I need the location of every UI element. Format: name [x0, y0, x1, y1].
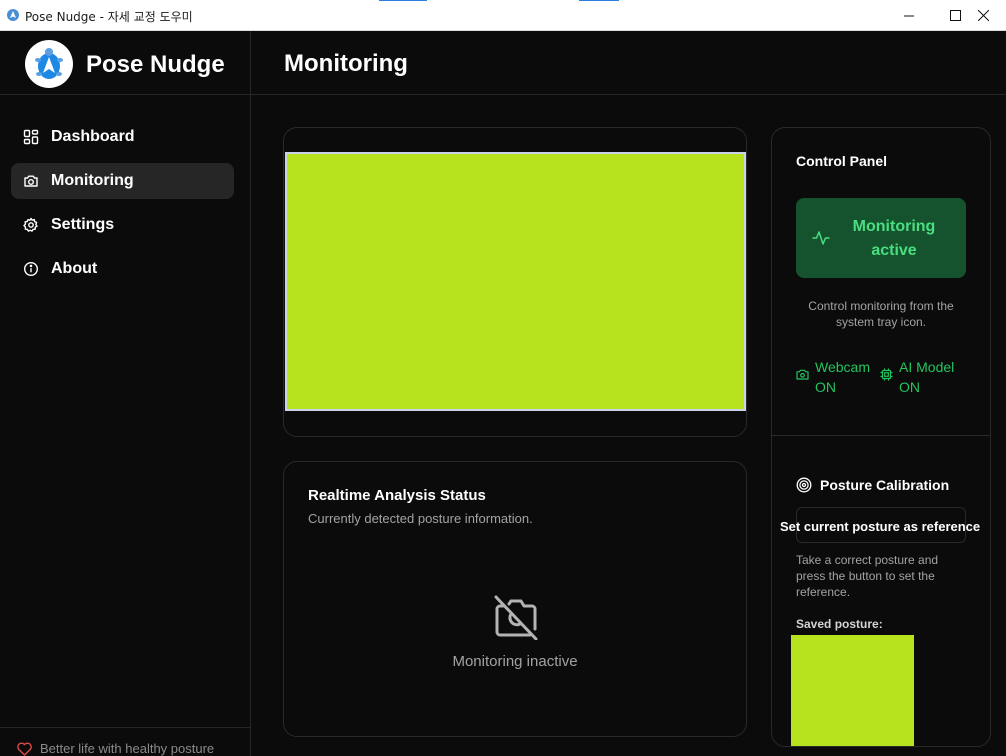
monitoring-toggle-label: Monitoring active — [852, 218, 936, 259]
window-title: Pose Nudge - 자세 교정 도우미 — [25, 10, 193, 24]
sidebar-nav: Dashboard Monitoring Settings About — [11, 119, 234, 295]
camera-icon — [796, 369, 809, 380]
ai-model-status-text: AI Model ON — [899, 359, 955, 395]
camera-off-icon — [494, 595, 538, 640]
sidebar-item-label: About — [51, 260, 98, 277]
minimize-icon — [903, 15, 914, 17]
close-icon — [977, 10, 989, 21]
minimize-button[interactable] — [886, 0, 932, 31]
chip-icon — [880, 368, 893, 381]
monitoring-toggle-button[interactable]: Monitoring active — [796, 198, 966, 278]
page-title: Monitoring — [284, 50, 408, 77]
gear-icon — [23, 217, 38, 232]
webcam-indicator: Webcam ON — [796, 357, 876, 397]
webcam-status-text: Webcam ON — [815, 359, 870, 395]
turtle-logo-icon — [25, 40, 73, 88]
activity-icon — [812, 231, 830, 245]
sidebar-item-dashboard[interactable]: Dashboard — [11, 119, 234, 155]
divider — [772, 435, 990, 436]
titlebar-accent — [579, 0, 619, 1]
sidebar-item-label: Settings — [51, 216, 115, 233]
heart-icon — [17, 742, 32, 756]
brand-name: Pose Nudge — [86, 51, 225, 78]
webcam-preview — [285, 152, 746, 411]
sidebar-item-label: Dashboard — [51, 128, 135, 145]
sidebar-item-settings[interactable]: Settings — [11, 207, 234, 243]
titlebar-accent — [379, 0, 427, 1]
set-reference-label[interactable]: Set current posture as reference — [780, 519, 980, 534]
page-header: Monitoring — [251, 31, 1006, 95]
sidebar-footer: Better life with healthy posture — [0, 727, 250, 756]
calibration-help: Take a correct posture and press the but… — [796, 553, 939, 599]
sidebar: Pose Nudge Dashboard Monitoring Settings — [0, 31, 251, 756]
realtime-status-card: Realtime Analysis Status Currently detec… — [283, 461, 747, 737]
sidebar-item-about[interactable]: About — [11, 251, 234, 287]
sidebar-item-monitoring[interactable]: Monitoring — [11, 163, 234, 199]
dashboard-icon — [23, 129, 39, 145]
camera-icon — [24, 175, 38, 187]
status-title: Realtime Analysis Status — [308, 487, 486, 504]
close-button[interactable] — [960, 0, 1006, 31]
status-subtitle: Currently detected posture information. — [308, 511, 533, 526]
control-panel-title: Control Panel — [796, 153, 888, 169]
saved-posture-label: Saved posture: — [796, 617, 883, 631]
status-inactive-text: Monitoring inactive — [452, 653, 578, 670]
control-panel-help: Control monitoring from the system tray … — [808, 299, 954, 329]
info-icon — [23, 261, 39, 277]
app-icon — [7, 9, 19, 21]
brand: Pose Nudge — [0, 31, 250, 95]
target-icon — [796, 477, 812, 493]
footer-tagline: Better life with healthy posture — [40, 741, 215, 756]
calibration-title: Posture Calibration — [820, 477, 950, 493]
maximize-icon — [949, 10, 961, 21]
sidebar-item-label: Monitoring — [51, 172, 134, 189]
ai-model-indicator: AI Model ON — [880, 357, 976, 397]
saved-posture-image — [791, 635, 914, 746]
video-preview-card — [283, 127, 747, 437]
window-titlebar: Pose Nudge - 자세 교정 도우미 — [0, 0, 1006, 31]
control-panel-card: Control Panel Monitoring active Control … — [771, 127, 991, 747]
